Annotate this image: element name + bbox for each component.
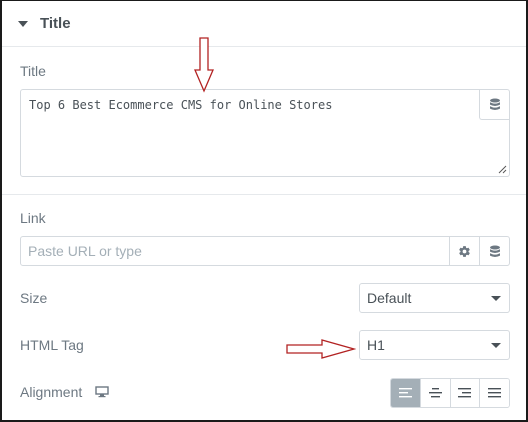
database-icon [489,98,500,110]
size-select[interactable]: Default [359,283,510,313]
section-header[interactable]: Title [2,1,526,47]
align-center-icon [428,388,442,398]
align-left-button[interactable] [391,379,420,407]
resize-handle-icon[interactable] [497,164,507,174]
size-label: Size [20,290,48,306]
align-justify-button[interactable] [479,379,509,407]
chevron-down-icon [491,296,501,301]
size-select-value: Default [367,290,412,306]
link-field [20,236,510,266]
gear-icon [459,245,470,257]
html-tag-label: HTML Tag [20,337,84,353]
title-label: Title [20,63,46,79]
alignment-label: Alignment [20,384,83,400]
title-textarea[interactable]: Top 6 Best Ecommerce CMS for Online Stor… [20,89,510,177]
down-arrow-annotation-icon [194,37,214,93]
section-title: Title [40,15,71,32]
align-right-icon [458,388,472,398]
align-center-button[interactable] [419,379,450,407]
link-dynamic-tags-button[interactable] [479,237,509,265]
align-right-button[interactable] [449,379,480,407]
html-tag-select[interactable]: H1 [359,330,510,360]
title-textarea-value[interactable]: Top 6 Best Ecommerce CMS for Online Stor… [29,98,332,112]
align-left-icon [398,388,412,398]
section-divider [2,194,526,195]
link-label: Link [20,210,46,226]
dynamic-tags-button[interactable] [479,90,509,120]
right-arrow-annotation-icon [286,339,356,359]
desktop-icon[interactable] [95,386,109,398]
panel-frame: Title Title Top 6 Best Ecommerce CMS for… [0,0,528,422]
align-justify-icon [488,388,502,398]
chevron-down-icon [491,343,501,348]
database-icon [489,245,500,257]
html-tag-select-value: H1 [367,337,385,353]
link-input[interactable] [21,237,449,265]
caret-down-icon[interactable] [18,20,28,27]
link-settings-button[interactable] [449,237,479,265]
alignment-toggle-group [390,378,510,408]
